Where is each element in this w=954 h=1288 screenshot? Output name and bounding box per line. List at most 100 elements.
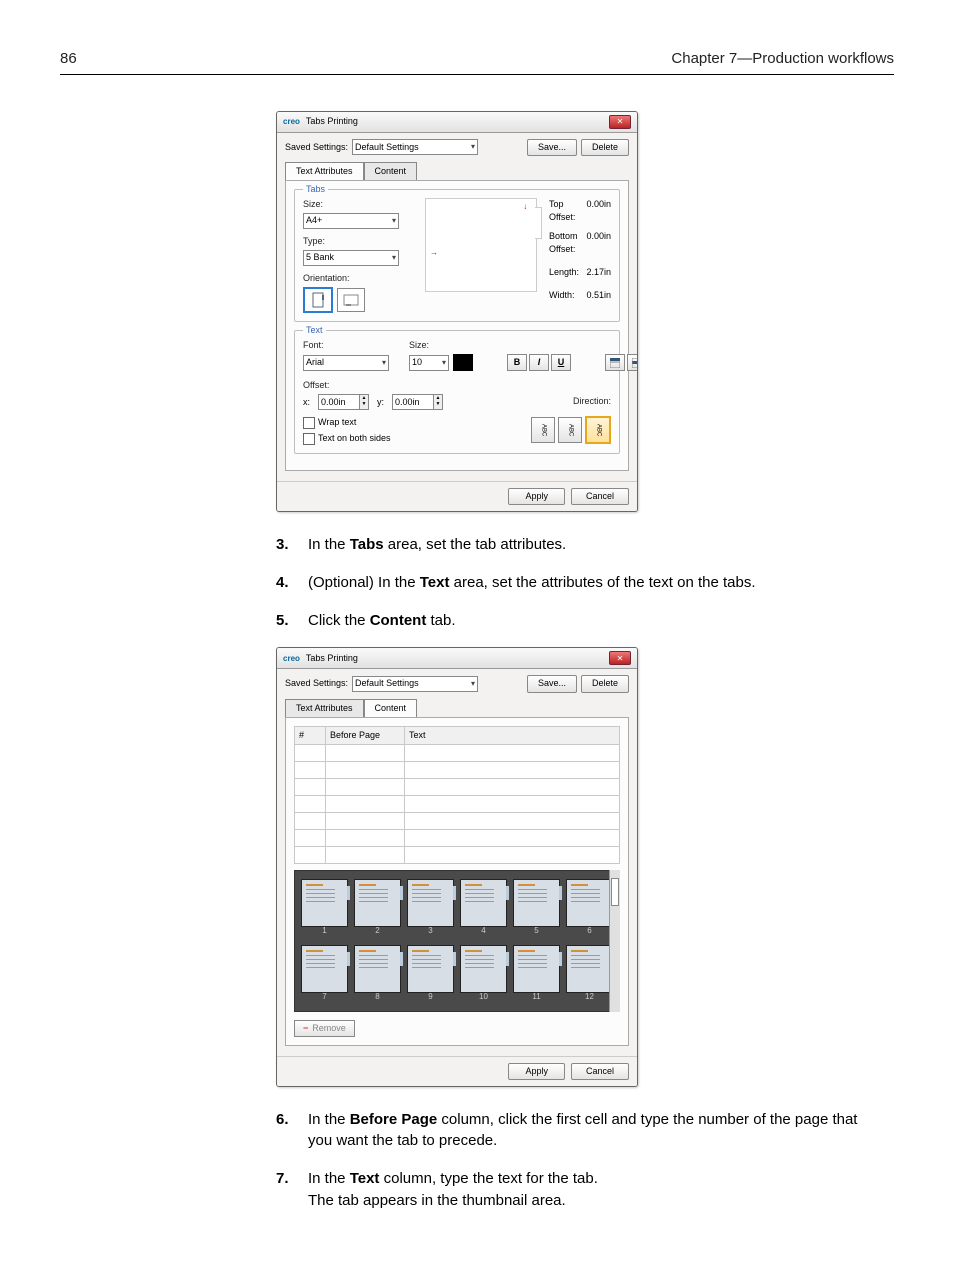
tab-text-attributes[interactable]: Text Attributes bbox=[285, 162, 364, 180]
page-thumbnail[interactable] bbox=[566, 945, 613, 993]
underline-button[interactable]: U bbox=[551, 354, 571, 371]
direction-label: Direction: bbox=[573, 395, 611, 408]
size-combo[interactable]: A4+ bbox=[303, 213, 399, 229]
page-thumbnail[interactable] bbox=[460, 879, 507, 927]
close-icon[interactable]: ✕ bbox=[609, 115, 631, 129]
instruction-list-a: 3. In the Tabs area, set the tab attribu… bbox=[276, 534, 866, 631]
group-text-legend: Text bbox=[303, 324, 326, 337]
both-sides-label: Text on both sides bbox=[318, 433, 391, 443]
chapter-title: Chapter 7—Production workflows bbox=[671, 48, 894, 70]
font-color-button[interactable] bbox=[453, 354, 473, 371]
offset-y-label: y: bbox=[377, 396, 384, 409]
col-before-page: Before Page bbox=[326, 726, 405, 744]
remove-button[interactable]: − Remove bbox=[294, 1020, 355, 1037]
direction-1-button[interactable]: ABC bbox=[531, 417, 555, 443]
bottom-offset-label: Bottom Offset: bbox=[549, 230, 586, 256]
thumbnail-scrollbar[interactable] bbox=[609, 870, 620, 1012]
col-text: Text bbox=[405, 726, 620, 744]
align-top-button[interactable] bbox=[605, 354, 625, 371]
page-header: 86 Chapter 7—Production workflows bbox=[60, 48, 894, 75]
saved-settings-combo[interactable]: Default Settings bbox=[352, 139, 478, 155]
save-button[interactable]: Save... bbox=[527, 139, 577, 156]
close-icon-2[interactable]: ✕ bbox=[609, 651, 631, 665]
page-thumbnail[interactable] bbox=[354, 879, 401, 927]
page-thumbnail[interactable] bbox=[301, 879, 348, 927]
window-title-2: Tabs Printing bbox=[306, 652, 358, 665]
table-row[interactable] bbox=[295, 795, 620, 812]
length-label: Length: bbox=[549, 266, 579, 279]
orientation-portrait-button[interactable] bbox=[303, 287, 333, 313]
page-thumbnail[interactable] bbox=[566, 879, 613, 927]
creo-logo: creo bbox=[283, 116, 300, 128]
saved-settings-label-2: Saved Settings: bbox=[285, 677, 348, 690]
text-attributes-panel: Tabs Size: A4+ Type: 5 Bank Orientation: bbox=[285, 180, 629, 471]
offset-x-label: x: bbox=[303, 396, 310, 409]
wrap-text-label: Wrap text bbox=[318, 417, 356, 427]
page-thumbnail[interactable] bbox=[460, 945, 507, 993]
direction-3-button[interactable]: ABC bbox=[585, 416, 611, 444]
step-5: 5. Click the Content tab. bbox=[276, 610, 866, 632]
page-thumbnail[interactable] bbox=[301, 945, 348, 993]
table-row[interactable] bbox=[295, 761, 620, 778]
orientation-landscape-button[interactable] bbox=[337, 288, 365, 312]
saved-settings-label: Saved Settings: bbox=[285, 141, 348, 154]
direction-2-button[interactable]: ABC bbox=[558, 417, 582, 443]
delete-button[interactable]: Delete bbox=[581, 139, 629, 156]
bottom-offset-value: 0.00in bbox=[586, 230, 611, 256]
bold-button[interactable]: B bbox=[507, 354, 527, 371]
width-label: Width: bbox=[549, 289, 575, 302]
screenshot-text-attributes: creo Tabs Printing ✕ Saved Settings: Def… bbox=[276, 111, 638, 512]
font-size-combo[interactable]: 10 bbox=[409, 355, 449, 371]
align-middle-button[interactable] bbox=[627, 354, 638, 371]
content-panel: # Before Page Text bbox=[285, 717, 629, 1046]
save-button-2[interactable]: Save... bbox=[527, 675, 577, 692]
italic-button[interactable]: I bbox=[529, 354, 549, 371]
page-number: 86 bbox=[60, 48, 77, 70]
page-thumbnail[interactable] bbox=[407, 879, 454, 927]
cancel-button-2[interactable]: Cancel bbox=[571, 1063, 629, 1080]
page-thumbnail[interactable] bbox=[407, 945, 454, 993]
top-offset-value: 0.00in bbox=[586, 198, 611, 224]
instruction-list-b: 6. In the Before Page column, click the … bbox=[276, 1109, 866, 1212]
step-3: 3. In the Tabs area, set the tab attribu… bbox=[276, 534, 866, 556]
top-offset-label: Top Offset: bbox=[549, 198, 586, 224]
page-thumbnail[interactable] bbox=[354, 945, 401, 993]
tab-preview: → → bbox=[425, 198, 537, 292]
saved-settings-combo-2[interactable]: Default Settings bbox=[352, 676, 478, 692]
table-row[interactable] bbox=[295, 778, 620, 795]
offset-label: Offset: bbox=[303, 379, 611, 392]
tabs-table[interactable]: # Before Page Text bbox=[294, 726, 620, 864]
tab-content[interactable]: Content bbox=[364, 162, 418, 180]
type-combo[interactable]: 5 Bank bbox=[303, 250, 399, 266]
window-title: Tabs Printing bbox=[306, 115, 358, 128]
table-row[interactable] bbox=[295, 846, 620, 863]
offset-x-spinner[interactable]: 0.00in ▲▼ bbox=[318, 394, 369, 410]
table-row[interactable] bbox=[295, 744, 620, 761]
wrap-text-checkbox[interactable] bbox=[303, 417, 315, 429]
length-value: 2.17in bbox=[586, 266, 611, 279]
font-size-label: Size: bbox=[409, 339, 473, 352]
tab-content-2[interactable]: Content bbox=[364, 699, 418, 717]
apply-button[interactable]: Apply bbox=[508, 488, 565, 505]
offset-y-spinner[interactable]: 0.00in ▲▼ bbox=[392, 394, 443, 410]
orientation-label: Orientation: bbox=[303, 272, 413, 285]
step-6: 6. In the Before Page column, click the … bbox=[276, 1109, 866, 1153]
tab-text-attributes-2[interactable]: Text Attributes bbox=[285, 699, 364, 717]
cancel-button[interactable]: Cancel bbox=[571, 488, 629, 505]
step-4: 4. (Optional) In the Text area, set the … bbox=[276, 572, 866, 594]
page-thumbnail[interactable] bbox=[513, 945, 560, 993]
font-combo[interactable]: Arial bbox=[303, 355, 389, 371]
page-thumbnail[interactable] bbox=[513, 879, 560, 927]
titlebar-2: creo Tabs Printing ✕ bbox=[277, 648, 637, 669]
screenshot-content-tab: creo Tabs Printing ✕ Saved Settings: Def… bbox=[276, 647, 638, 1086]
titlebar: creo Tabs Printing ✕ bbox=[277, 112, 637, 133]
minus-icon: − bbox=[303, 1022, 308, 1035]
table-row[interactable] bbox=[295, 812, 620, 829]
group-tabs-legend: Tabs bbox=[303, 183, 328, 196]
col-hash: # bbox=[295, 726, 326, 744]
both-sides-checkbox[interactable] bbox=[303, 433, 315, 445]
apply-button-2[interactable]: Apply bbox=[508, 1063, 565, 1080]
delete-button-2[interactable]: Delete bbox=[581, 675, 629, 692]
table-row[interactable] bbox=[295, 829, 620, 846]
width-value: 0.51in bbox=[586, 289, 611, 302]
